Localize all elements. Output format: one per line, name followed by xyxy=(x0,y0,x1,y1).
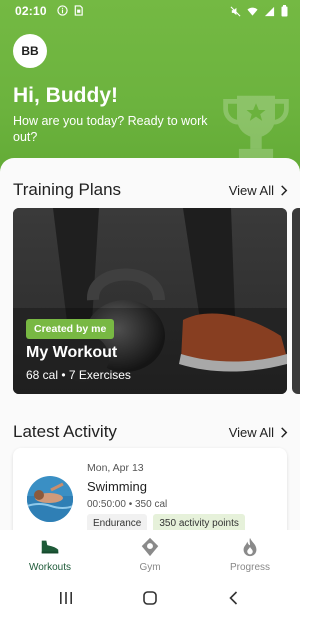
location-pin-icon xyxy=(141,537,159,557)
system-navigation-bar xyxy=(0,580,300,617)
view-all-label: View All xyxy=(228,425,274,440)
nav-label: Progress xyxy=(229,562,270,573)
training-plan-card[interactable]: Created by me My Workout 68 cal • 7 Exer… xyxy=(13,208,287,394)
latest-activity-view-all[interactable]: View All xyxy=(229,425,288,440)
training-plans-view-all[interactable]: View All xyxy=(229,183,288,198)
recent-apps-icon[interactable] xyxy=(58,590,74,606)
latest-activity-title: Latest Activity xyxy=(13,422,117,441)
swimmer-photo xyxy=(27,476,73,522)
plan-meta: 68 cal • 7 Exercises xyxy=(26,368,131,382)
trophy-icon xyxy=(223,95,289,159)
activity-name: Swimming xyxy=(87,479,147,494)
nav-label: Gym xyxy=(139,562,161,573)
info-icon xyxy=(57,5,68,16)
chevron-right-icon xyxy=(281,185,288,196)
mute-icon xyxy=(230,6,241,16)
greeting: Hi, Buddy! xyxy=(13,84,118,107)
created-by-me-badge: Created by me xyxy=(26,319,115,339)
shoe-icon xyxy=(41,540,59,554)
home-icon[interactable] xyxy=(142,590,158,606)
training-plans-title: Training Plans xyxy=(13,180,122,199)
flame-icon xyxy=(243,537,257,557)
activity-points-tag: 350 activity points xyxy=(153,514,245,530)
greeting-subtitle: How are you today? Ready to work out? xyxy=(13,114,208,144)
status-bar: 02:10 xyxy=(0,0,300,22)
nav-workouts[interactable]: Workouts xyxy=(5,536,95,573)
activity-date: Mon, Apr 13 xyxy=(87,462,144,474)
nav-label: Workouts xyxy=(28,562,72,573)
back-icon[interactable] xyxy=(226,590,242,606)
sim-icon xyxy=(74,5,83,16)
bottom-navigation: Workouts Gym Progress xyxy=(0,530,300,580)
chevron-right-icon xyxy=(281,427,288,438)
plan-name: My Workout xyxy=(26,344,118,361)
wifi-icon xyxy=(247,7,258,16)
activity-tag: Endurance xyxy=(87,514,148,530)
next-plan-card-peek[interactable] xyxy=(292,208,300,394)
header: 02:10 BB Hi, Buddy! How are you today? R… xyxy=(0,0,300,175)
signal-icon xyxy=(264,6,275,16)
activity-meta: 00:50:00 • 350 cal xyxy=(87,499,168,510)
main-content: Training Plans View All Created by me My… xyxy=(0,158,300,530)
activity-card[interactable]: Mon, Apr 13 Swimming 00:50:00 • 350 cal … xyxy=(13,448,287,530)
avatar[interactable]: BB xyxy=(13,34,47,68)
status-time: 02:10 xyxy=(15,4,47,18)
view-all-label: View All xyxy=(228,183,274,198)
kettlebell-photo xyxy=(13,208,287,394)
battery-icon xyxy=(281,5,288,17)
nav-progress[interactable]: Progress xyxy=(205,536,295,573)
nav-gym[interactable]: Gym xyxy=(105,536,195,573)
